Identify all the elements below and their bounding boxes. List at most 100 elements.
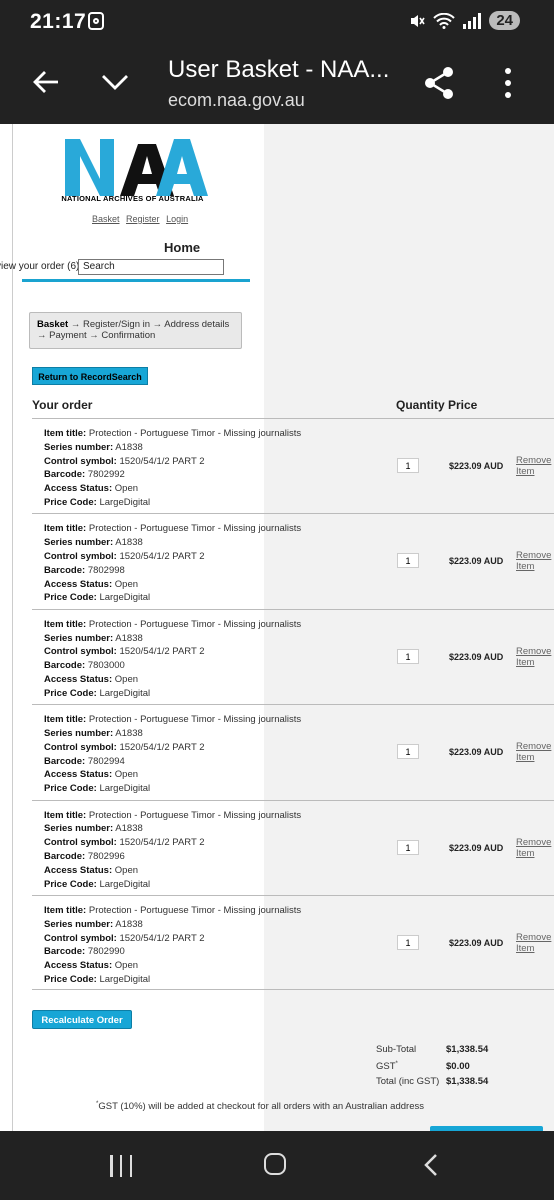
wifi-icon	[433, 12, 456, 29]
item-details: Item title: Protection - Portuguese Timo…	[44, 427, 301, 510]
share-icon[interactable]	[420, 64, 458, 102]
item-title-label: Item title:	[44, 809, 87, 821]
remove-item-link[interactable]: Remove Item	[516, 741, 554, 763]
control-symbol: 1520/54/1/2 PART 2	[119, 741, 205, 753]
home-icon[interactable]	[264, 1153, 286, 1175]
step-register: Register/Sign in	[82, 319, 151, 330]
gst-note-text: GST (10%) will be added at checkout for …	[98, 1101, 424, 1113]
page-title: User Basket - NAA...	[168, 56, 390, 83]
gst-label: GST	[376, 1061, 396, 1073]
barcode: 7803000	[87, 660, 125, 672]
series-number: A1838	[115, 823, 143, 835]
battery-level: 24	[489, 11, 520, 30]
signal-icon	[463, 12, 482, 29]
barcode: 7802996	[87, 850, 125, 862]
item-details: Item title: Protection - Portuguese Timo…	[44, 904, 301, 987]
control-symbol: 1520/54/1/2 PART 2	[119, 837, 205, 849]
series-label: Series number:	[44, 537, 114, 549]
barcode: 7802990	[87, 946, 125, 958]
logo-subtitle: NATIONAL ARCHIVES OF AUSTRALIA	[61, 194, 204, 203]
remove-item-link[interactable]: Remove Item	[516, 837, 554, 859]
your-order-heading: Your order	[32, 398, 93, 412]
gst-note: *GST (10%) will be added at checkout for…	[96, 1101, 424, 1113]
step-arrow: →	[37, 330, 47, 341]
item-title: Protection - Portuguese Timor - Missing …	[88, 904, 302, 916]
step-arrow: →	[152, 319, 163, 330]
access-status: Open	[114, 864, 139, 876]
access-status: Open	[114, 578, 139, 590]
control-symbol: 1520/54/1/2 PART 2	[119, 646, 205, 658]
quantity-input[interactable]: 1	[397, 934, 419, 950]
browser-toolbar: User Basket - NAA... ecom.naa.gov.au	[0, 44, 554, 124]
access-status: Open	[114, 673, 139, 685]
access-status: Open	[114, 960, 139, 972]
quantity-input[interactable]: 1	[397, 553, 419, 569]
item-title-label: Item title:	[44, 904, 87, 916]
series-number: A1838	[115, 441, 143, 453]
item-details: Item title: Protection - Portuguese Timo…	[44, 809, 301, 892]
nav-back-icon[interactable]	[420, 1153, 442, 1177]
access-label: Access Status:	[44, 483, 113, 495]
order-item-row: Item title: Protection - Portuguese Timo…	[32, 513, 554, 608]
url-text[interactable]: ecom.naa.gov.au	[168, 90, 305, 111]
price-heading: Price	[448, 398, 478, 412]
item-details: Item title: Protection - Portuguese Timo…	[44, 713, 301, 796]
step-arrow: →	[70, 319, 81, 330]
price-code-label: Price Code:	[44, 496, 97, 508]
quantity-input[interactable]: 1	[397, 744, 419, 760]
remove-item-link[interactable]: Remove Item	[516, 455, 554, 477]
return-to-recordsearch-button[interactable]: Return to RecordSearch	[32, 367, 148, 385]
chevron-down-icon[interactable]	[98, 66, 132, 98]
control-symbol: 1520/54/1/2 PART 2	[119, 550, 205, 562]
barcode-label: Barcode:	[44, 469, 86, 481]
quantity-heading: Quantity	[396, 398, 445, 412]
status-time: 21:17	[30, 10, 87, 33]
barcode: 7802998	[87, 564, 125, 576]
view-order-link[interactable]: view your order (6)	[0, 261, 79, 272]
more-options-icon[interactable]	[500, 66, 516, 100]
price-code: LargeDigital	[99, 973, 151, 985]
price-code-label: Price Code:	[44, 878, 97, 890]
price-code-label: Price Code:	[44, 687, 97, 699]
barcode: 7802994	[87, 755, 125, 767]
order-totals: Sub-Total $1,338.54 GST* $0.00 Total (inc …	[376, 1044, 489, 1088]
remove-item-link[interactable]: Remove Item	[516, 932, 554, 954]
subtotal-label: Sub-Total	[376, 1044, 417, 1055]
back-arrow-icon[interactable]	[30, 66, 62, 98]
subtotal-value: $1,338.54	[446, 1044, 489, 1055]
barcode-label: Barcode:	[44, 755, 86, 767]
item-price: $223.09 AUD	[449, 556, 504, 567]
barcode-label: Barcode:	[44, 564, 86, 576]
recent-apps-icon[interactable]	[110, 1155, 132, 1177]
series-number: A1838	[115, 537, 143, 549]
series-label: Series number:	[44, 918, 114, 930]
recalculate-order-button[interactable]: Recalculate Order	[32, 1010, 132, 1029]
series-number: A1838	[115, 632, 143, 644]
item-title-label: Item title:	[44, 523, 87, 535]
header-divider	[22, 279, 250, 282]
mute-icon	[411, 14, 425, 27]
remove-item-link[interactable]: Remove Item	[516, 646, 554, 668]
register-link[interactable]: Register	[126, 214, 160, 224]
price-code: LargeDigital	[99, 592, 151, 604]
price-code-label: Price Code:	[44, 592, 97, 604]
basket-link[interactable]: Basket	[92, 214, 120, 224]
control-label: Control symbol:	[44, 455, 117, 467]
series-label: Series number:	[44, 727, 114, 739]
access-label: Access Status:	[44, 769, 113, 781]
login-link[interactable]: Login	[166, 214, 188, 224]
quantity-input[interactable]: 1	[397, 839, 419, 855]
remove-item-link[interactable]: Remove Item	[516, 550, 554, 572]
access-status: Open	[114, 769, 139, 781]
order-items: Item title: Protection - Portuguese Timo…	[32, 418, 554, 991]
quantity-input[interactable]: 1	[397, 458, 419, 473]
control-label: Control symbol:	[44, 550, 117, 562]
order-item-row: Item title: Protection - Portuguese Timo…	[32, 608, 554, 704]
home-link[interactable]: Home	[164, 240, 200, 255]
control-label: Control symbol:	[44, 646, 117, 658]
access-label: Access Status:	[44, 960, 113, 972]
quantity-input[interactable]: 1	[397, 648, 419, 664]
series-number: A1838	[115, 918, 143, 930]
search-input[interactable]: Search	[78, 259, 224, 275]
item-price: $223.09 AUD	[449, 937, 504, 948]
